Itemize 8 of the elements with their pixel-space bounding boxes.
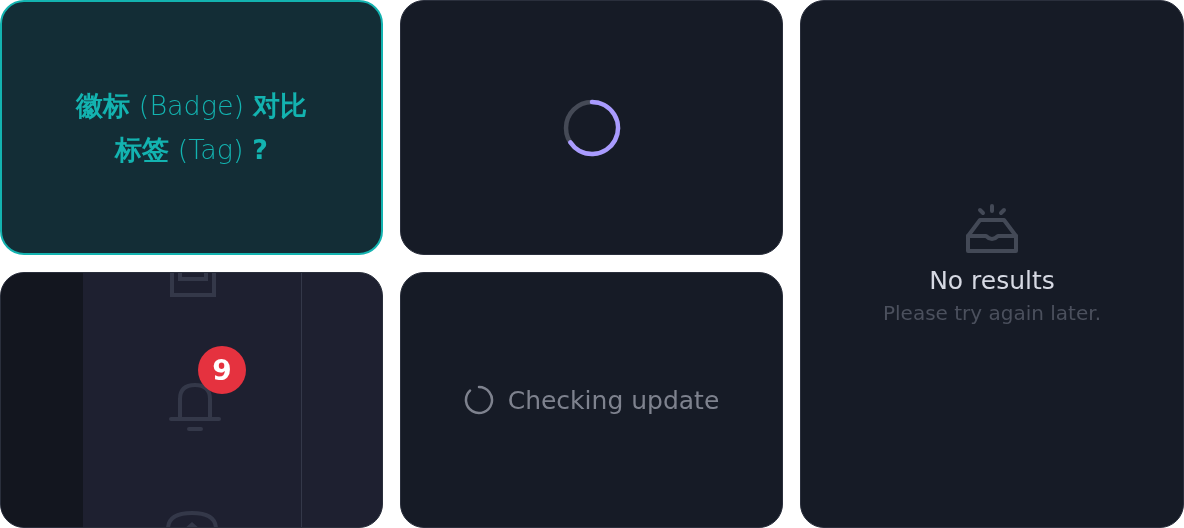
inbox-icon	[964, 203, 1020, 256]
empty-title: No results	[929, 265, 1055, 295]
status-text: Checking update	[507, 385, 720, 415]
spinner-icon	[561, 97, 622, 158]
box-icon	[170, 273, 216, 299]
spinner-icon	[463, 385, 494, 415]
card-title: 徽标 (Badge) 对比标签 (Tag) ?	[74, 88, 308, 167]
notification-badge: 9	[198, 346, 246, 394]
